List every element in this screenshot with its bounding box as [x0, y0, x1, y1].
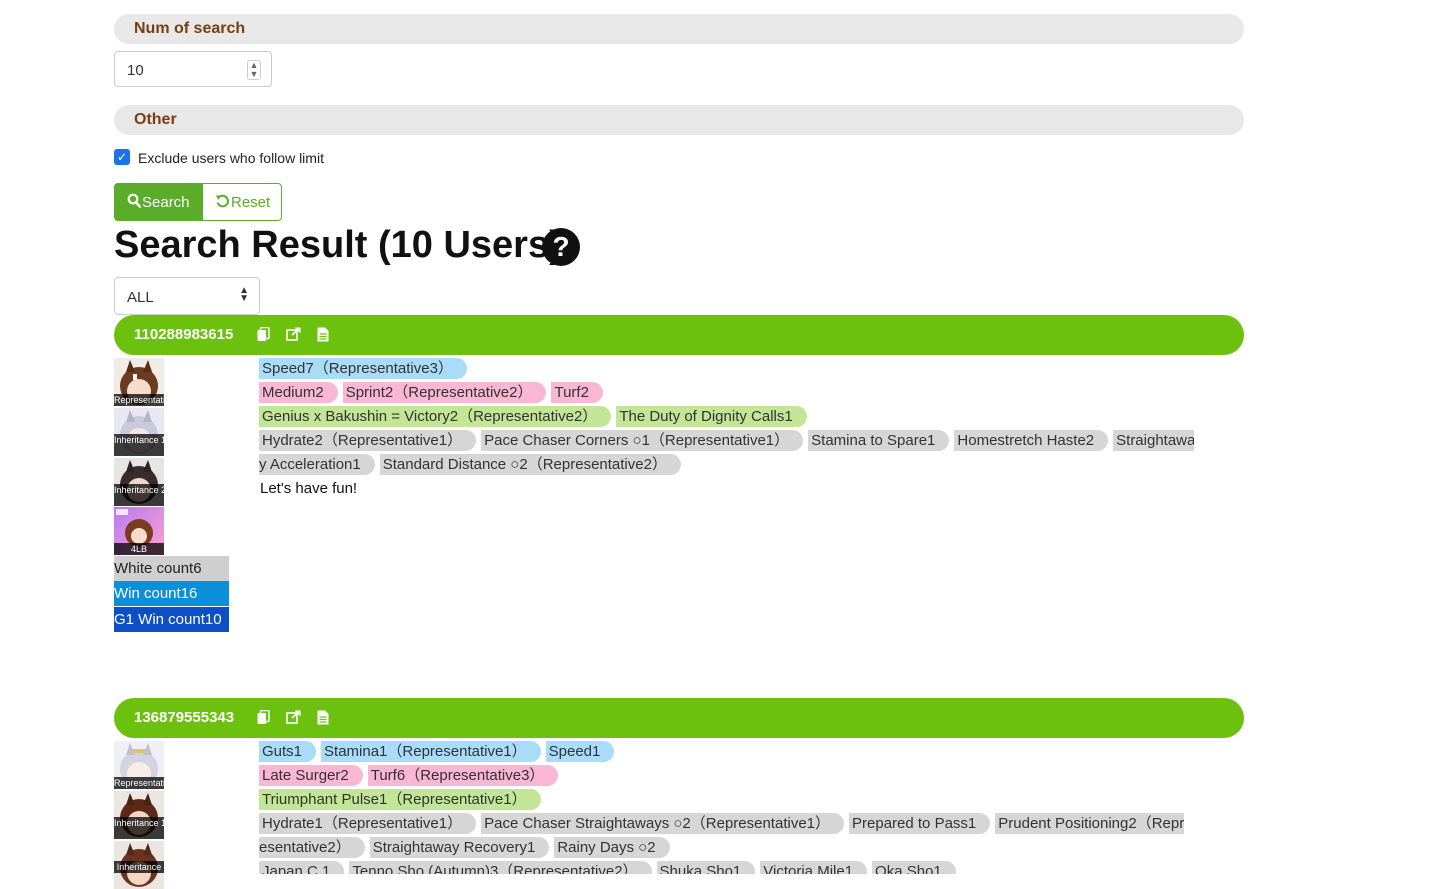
- factor-tag: Late Surger2: [259, 765, 363, 786]
- factor-tag: Japan C.1: [259, 861, 345, 874]
- user-card-header: 110288983615: [114, 315, 1244, 355]
- avatar-support-card[interactable]: 4LB: [114, 507, 164, 555]
- factor-tag: Hydrate1（Representative1）: [259, 813, 477, 834]
- search-result-title: Search Result (10 Users): [114, 224, 562, 266]
- factor-tag: Medium2: [259, 382, 338, 403]
- factor-tag: Victoria Mile1: [760, 861, 868, 874]
- search-icon: [127, 193, 142, 212]
- result-filter-value: ALL: [127, 289, 154, 306]
- avatar-caption: Inheritance 1: [114, 434, 164, 456]
- factor-tag: Sprint2（Representative2）: [342, 382, 547, 403]
- factor-tag: The Duty of Dignity Calls1: [616, 406, 807, 427]
- factor-tag: Prudent Positioning2（Repr: [995, 813, 1185, 834]
- num-of-search-value: 10: [127, 62, 144, 79]
- copy-icon[interactable]: [256, 709, 270, 726]
- factor-tag: Rainy Days ○2: [554, 837, 670, 858]
- factor-tag: Guts1: [259, 741, 317, 762]
- factor-tag: Straightawa: [1113, 430, 1194, 451]
- copy-icon[interactable]: [256, 326, 270, 343]
- green-factor-row: Genius x Bakushin = Victory2（Representat…: [259, 406, 1194, 428]
- external-link-icon[interactable]: [286, 327, 301, 343]
- avatar-caption: 4LB: [114, 543, 164, 555]
- document-icon[interactable]: [316, 710, 330, 726]
- factor-tag: Speed7（Representative3）: [259, 358, 467, 379]
- factor-tag: Genius x Bakushin = Victory2（Representat…: [259, 406, 612, 427]
- section-num-label: Num of search: [134, 20, 246, 37]
- factor-tag: y Acceleration1: [259, 454, 375, 475]
- section-num-of-search: Num of search: [114, 14, 1244, 44]
- user-card-header: 136879555343: [114, 698, 1244, 738]
- white-factor-row: Hydrate1（Representative1） Pace Chaser Str…: [259, 813, 1194, 835]
- pink-factor-row: Late Surger2 Turf6（Representative3）: [259, 765, 1194, 787]
- avatar-inheritance-1[interactable]: Inheritance 1: [114, 791, 164, 839]
- avatar-inheritance-2[interactable]: Inheritance 2: [114, 458, 164, 506]
- blue-factor-row: Speed7（Representative3）: [259, 358, 1194, 380]
- factor-tag: esentative2）: [259, 837, 365, 858]
- factor-tag: Hydrate2（Representative1）: [259, 430, 477, 451]
- exclude-follow-limit-label[interactable]: Exclude users who follow limit: [138, 150, 324, 166]
- green-factor-row: Triumphant Pulse1（Representative1）: [259, 789, 1194, 811]
- blue-factor-row: Guts1 Stamina1（Representative1） Speed1: [259, 741, 1194, 763]
- user-id[interactable]: 136879555343: [134, 709, 234, 726]
- white-count-badge: White count6: [114, 556, 229, 581]
- factor-tag: Prepared to Pass1: [849, 813, 991, 834]
- factor-tag: Oka Sho1: [872, 861, 956, 874]
- avatar-caption: Representative: [114, 777, 164, 789]
- reset-button[interactable]: Reset: [202, 183, 282, 221]
- factor-tag: Stamina1（Representative1）: [321, 741, 541, 762]
- search-button-label: Search: [142, 194, 190, 211]
- avatar-caption: Inheritance 1: [114, 817, 164, 839]
- factor-tag: Shuka Sho1: [656, 861, 756, 874]
- factor-tag: Homestretch Haste2: [954, 430, 1109, 451]
- search-button[interactable]: Search: [114, 183, 202, 221]
- white-factor-row: esentative2） Straightaway Recovery1 Rainy …: [259, 837, 1194, 859]
- g1-win-count-badge: G1 Win count10: [114, 607, 229, 632]
- win-count-badge: Win count16: [114, 581, 229, 606]
- reset-icon: [215, 193, 230, 212]
- factor-tag: Turf6（Representative3）: [367, 765, 559, 786]
- reset-button-label: Reset: [231, 194, 271, 211]
- user-id[interactable]: 110288983615: [134, 326, 233, 343]
- num-of-search-input[interactable]: 10 ▲ ▼: [114, 51, 272, 87]
- avatar-caption: Inheritance 2: [114, 484, 164, 506]
- factor-tag: Turf2: [551, 382, 603, 403]
- help-icon[interactable]: ?: [542, 228, 580, 266]
- factor-tag: Standard Distance ○2（Representative2）: [379, 454, 681, 475]
- section-other: Other: [114, 105, 1244, 135]
- white-factor-row: Japan C.1 Tenno Sho (Autumn)3（Representat…: [259, 861, 1194, 874]
- exclude-follow-limit-checkbox[interactable]: ✓: [114, 149, 130, 165]
- factor-tag: Pace Chaser Straightaways ○2（Representat…: [481, 813, 845, 834]
- avatar-representative[interactable]: Representative: [114, 741, 164, 789]
- section-other-label: Other: [134, 111, 177, 128]
- avatar-inheritance-1[interactable]: Inheritance 1: [114, 408, 164, 456]
- factor-tag: Triumphant Pulse1（Representative1）: [259, 789, 541, 810]
- number-stepper-icon[interactable]: ▲ ▼: [247, 60, 261, 80]
- document-icon[interactable]: [316, 327, 330, 343]
- avatar-representative[interactable]: Representative: [114, 358, 164, 406]
- avatar-inheritance-2[interactable]: Inheritance: [114, 841, 164, 889]
- result-filter-select[interactable]: ALL ▲ ▼: [114, 277, 260, 315]
- factor-tag: Stamina to Spare1: [808, 430, 950, 451]
- avatar-caption: Inheritance: [114, 861, 164, 873]
- avatar-caption: Representative: [114, 394, 164, 406]
- factor-tag: Speed1: [545, 741, 615, 762]
- external-link-icon[interactable]: [286, 710, 301, 726]
- pink-factor-row: Medium2 Sprint2（Representative2） Turf2: [259, 382, 1194, 404]
- white-factor-row: Hydrate2（Representative1） Pace Chaser Cor…: [259, 430, 1194, 452]
- user-comment: Let's have fun!: [260, 480, 358, 497]
- factor-tag: Tenno Sho (Autumn)3（Representative2）: [349, 861, 652, 874]
- factor-tag: Straightaway Recovery1: [369, 837, 550, 858]
- factor-tag: Pace Chaser Corners ○1（Representative1）: [481, 430, 804, 451]
- chevron-updown-icon: ▲ ▼: [239, 285, 249, 304]
- white-factor-row: y Acceleration1 Standard Distance ○2（Repr…: [259, 454, 1194, 476]
